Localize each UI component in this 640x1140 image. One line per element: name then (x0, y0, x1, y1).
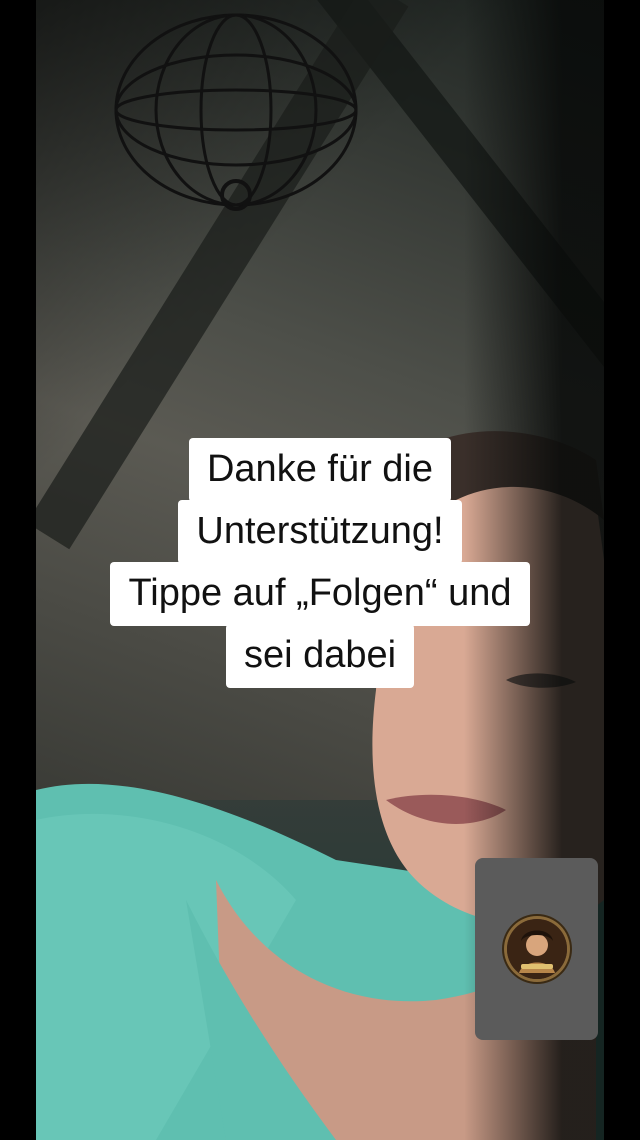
guest-pip-window[interactable] (475, 858, 598, 1040)
caption-line-4: sei dabei (225, 624, 415, 688)
caption-overlay: Danke für die Unterstützung! Tippe auf „… (0, 438, 640, 688)
caption-line-3: Tippe auf „Folgen“ und (110, 562, 530, 626)
caption-line-2: Unterstützung! (178, 500, 462, 564)
avatar-portrait-icon (506, 919, 567, 979)
live-stream-screen: Danke für die Unterstützung! Tippe auf „… (0, 0, 640, 1140)
guest-avatar-icon[interactable] (506, 919, 567, 979)
caption-line-1: Danke für die (188, 438, 451, 502)
